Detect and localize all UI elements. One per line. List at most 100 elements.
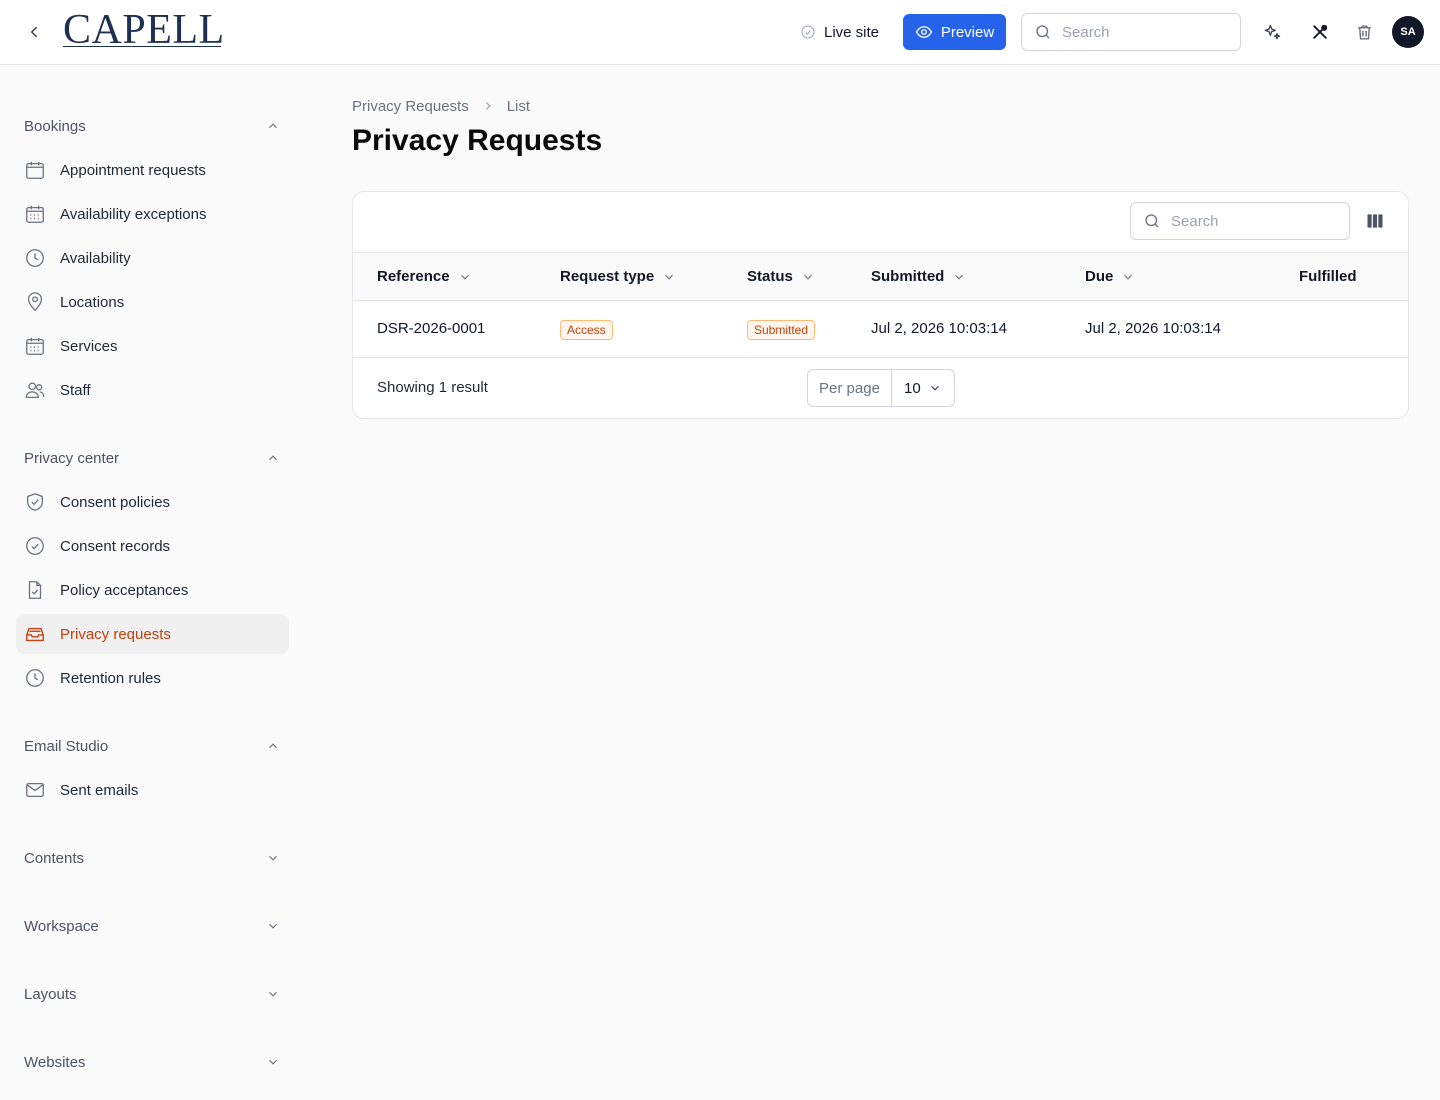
calendar-icon [24, 159, 46, 181]
per-page-value: 10 [904, 379, 921, 397]
chevron-down-icon [955, 274, 964, 280]
chevron-up-icon [269, 455, 277, 461]
chevron-down-icon [803, 274, 812, 280]
back-button[interactable] [22, 20, 46, 44]
sidebar: Bookings Appointment requests Availabili… [0, 65, 305, 1100]
sidebar-group-bookings[interactable]: Bookings [24, 114, 280, 138]
calendar-grid-icon [24, 203, 46, 225]
wrench-screwdriver-icon [1313, 24, 1328, 39]
sidebar-item-label: Retention rules [60, 669, 161, 687]
page-title: Privacy Requests [352, 124, 603, 157]
breadcrumb-current: List [506, 97, 531, 115]
sidebar-item-label: Availability exceptions [60, 205, 207, 223]
column-header-fulfilled[interactable]: Fulfilled [1299, 268, 1357, 285]
users-icon [24, 379, 46, 401]
inbox-stack-icon [24, 623, 46, 645]
sidebar-group-label: Email Studio [24, 737, 109, 755]
search-icon [1145, 214, 1159, 228]
cell-due: Jul 2, 2026 10:03:14 [1085, 320, 1221, 337]
sidebar-item-consent-policies[interactable]: Consent policies [16, 482, 289, 522]
ai-sparkle-button[interactable] [1260, 20, 1284, 44]
sidebar-item-sent-emails[interactable]: Sent emails [16, 770, 289, 810]
table-header: Reference Request type Status Submitted … [353, 252, 1408, 301]
sidebar-item-retention-rules[interactable]: Retention rules [16, 658, 289, 698]
calendar-grid-icon [24, 335, 46, 357]
sidebar-item-availability[interactable]: Availability [16, 238, 289, 278]
sidebar-item-availability-exceptions[interactable]: Availability exceptions [16, 194, 289, 234]
sidebar-group-workspace[interactable]: Workspace [24, 914, 280, 938]
sidebar-group-privacy-center[interactable]: Privacy center [24, 446, 280, 470]
sidebar-group-email-studio[interactable]: Email Studio [24, 734, 280, 758]
sidebar-item-label: Sent emails [60, 781, 139, 799]
sidebar-item-locations[interactable]: Locations [16, 282, 289, 322]
chevron-down-icon [269, 1059, 277, 1065]
view-columns-icon [1367, 214, 1383, 228]
sidebar-group-websites[interactable]: Websites [24, 1050, 280, 1074]
user-avatar[interactable]: SA [1392, 16, 1424, 48]
status-badge: Submitted [747, 320, 816, 340]
sidebar-item-label: Locations [60, 293, 125, 311]
chevron-left-icon [31, 26, 37, 38]
sidebar-item-label: Consent policies [60, 493, 171, 511]
sidebar-item-privacy-requests[interactable]: Privacy requests [16, 614, 289, 654]
sidebar-item-label: Privacy requests [60, 625, 171, 643]
preview-button[interactable]: Preview [903, 14, 1006, 50]
column-header-label: Request type [560, 268, 655, 285]
per-page-select[interactable]: 10 [892, 380, 954, 397]
table-search-input[interactable] [1171, 212, 1331, 230]
envelope-icon [24, 779, 46, 801]
sidebar-item-label: Policy acceptances [60, 581, 189, 599]
column-header-label: Reference [377, 268, 450, 285]
column-header-submitted[interactable]: Submitted [871, 268, 966, 285]
global-search-input[interactable] [1062, 23, 1222, 41]
sidebar-item-label: Appointment requests [60, 161, 206, 179]
column-header-label: Due [1085, 268, 1114, 285]
chevron-down-icon [931, 385, 939, 391]
top-bar: CAPELL Live site Preview SA [0, 0, 1440, 65]
trash-icon [1357, 24, 1371, 40]
sidebar-item-staff[interactable]: Staff [16, 370, 289, 410]
sidebar-group-contents[interactable]: Contents [24, 846, 280, 870]
column-header-label: Fulfilled [1299, 268, 1357, 285]
sidebar-group-label: Workspace [24, 917, 99, 935]
sidebar-item-label: Consent records [60, 537, 171, 555]
sidebar-item-policy-acceptances[interactable]: Policy acceptances [16, 570, 289, 610]
chevron-up-icon [269, 123, 277, 129]
table-search[interactable] [1130, 202, 1350, 240]
sidebar-group-layouts[interactable]: Layouts [24, 982, 280, 1006]
live-site-link[interactable]: Live site [800, 20, 879, 44]
sidebar-group-label: Contents [24, 849, 85, 867]
column-toggle-button[interactable] [1363, 209, 1387, 233]
column-header-status[interactable]: Status [747, 268, 815, 285]
per-page-label: Per page [808, 370, 892, 406]
cell-submitted: Jul 2, 2026 10:03:14 [871, 320, 1007, 337]
chevron-down-icon [269, 923, 277, 929]
column-header-due[interactable]: Due [1085, 268, 1135, 285]
breadcrumb-parent[interactable]: Privacy Requests [352, 98, 469, 115]
live-site-label: Live site [824, 23, 880, 41]
privacy-requests-table-card: Reference Request type Status Submitted … [352, 191, 1409, 419]
sidebar-item-appointment-requests[interactable]: Appointment requests [16, 150, 289, 190]
result-count: Showing 1 result [377, 379, 488, 396]
trash-button[interactable] [1352, 20, 1376, 44]
map-pin-icon [24, 291, 46, 313]
column-header-label: Submitted [871, 268, 945, 285]
table-row[interactable]: DSR-2026-0001 Access Submitted Jul 2, 20… [353, 301, 1408, 358]
request-type-badge: Access [560, 320, 613, 340]
chevron-down-icon [269, 855, 277, 861]
sidebar-item-label: Availability [60, 249, 131, 267]
cell-reference: DSR-2026-0001 [377, 320, 486, 337]
tools-button[interactable] [1308, 20, 1332, 44]
shield-check-icon [24, 491, 46, 513]
global-search[interactable] [1021, 13, 1241, 51]
eye-icon [915, 26, 933, 38]
sidebar-item-services[interactable]: Services [16, 326, 289, 366]
column-header-request-type[interactable]: Request type [560, 268, 676, 285]
preview-label: Preview [940, 23, 995, 41]
search-icon [1036, 25, 1050, 39]
column-header-reference[interactable]: Reference [377, 268, 472, 285]
clock-icon [24, 667, 46, 689]
sidebar-item-consent-records[interactable]: Consent records [16, 526, 289, 566]
sidebar-item-label: Staff [60, 381, 91, 399]
sparkles-icon [1264, 24, 1281, 40]
